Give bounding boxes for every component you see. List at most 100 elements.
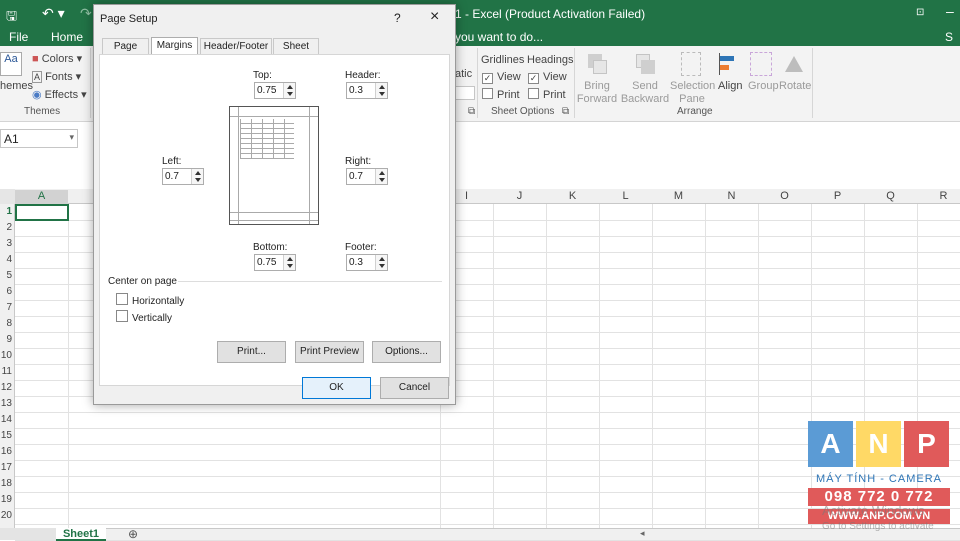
ok-button[interactable]: OK <box>302 377 371 399</box>
row-header[interactable]: 19 <box>0 494 14 505</box>
share-icon[interactable]: S <box>945 30 953 44</box>
headings-view-checkbox[interactable]: ✓ View <box>528 71 567 84</box>
close-icon[interactable]: × <box>430 8 439 26</box>
column-header[interactable]: R <box>917 190 960 202</box>
themes-icon[interactable]: Aa <box>0 52 22 76</box>
minimize-icon[interactable]: – <box>946 3 954 19</box>
add-sheet-icon[interactable]: ⊕ <box>128 527 138 541</box>
tab-sheet[interactable]: Sheet <box>273 38 319 54</box>
tab-page[interactable]: Page <box>102 38 149 54</box>
footer-spinner[interactable]: 0.3 <box>346 254 388 271</box>
options-button[interactable]: Options... <box>372 341 441 363</box>
spin-arrows-icon[interactable] <box>283 255 295 270</box>
row-header[interactable]: 5 <box>0 270 14 281</box>
scale-field[interactable] <box>455 86 475 100</box>
ribbon-display-icon[interactable]: ⊡ <box>916 7 924 18</box>
help-icon[interactable]: ? <box>394 11 401 25</box>
select-all-corner[interactable] <box>0 189 15 204</box>
spin-arrows-icon[interactable] <box>191 169 203 184</box>
row-header[interactable]: 17 <box>0 462 14 473</box>
spin-arrows-icon[interactable] <box>283 83 295 98</box>
column-header[interactable]: J <box>493 190 546 202</box>
group-button[interactable]: Group <box>748 80 779 92</box>
bottom-label: Bottom: <box>253 242 288 253</box>
header-spinner[interactable]: 0.3 <box>346 82 388 99</box>
bring-forward-button[interactable]: Bring Forward <box>576 80 618 106</box>
column-header[interactable]: K <box>546 190 599 202</box>
fonts-button[interactable]: A Fonts ▾ <box>32 70 81 83</box>
spin-arrows-icon[interactable] <box>375 169 387 184</box>
activate-windows-text: Activate Windows <box>822 503 925 518</box>
active-cell[interactable] <box>15 204 69 221</box>
tab-home[interactable]: Home <box>51 30 83 44</box>
tab-file[interactable]: File <box>9 30 28 44</box>
right-spinner[interactable]: 0.7 <box>346 168 388 185</box>
row-header[interactable]: 9 <box>0 334 14 345</box>
gridlines-view-checkbox[interactable]: ✓ View <box>482 71 521 84</box>
tell-me-box[interactable]: you want to do... <box>455 30 543 44</box>
column-header[interactable]: Q <box>864 190 917 202</box>
column-header[interactable]: N <box>705 190 758 202</box>
row-header[interactable]: 16 <box>0 446 14 457</box>
column-header[interactable]: L <box>599 190 652 202</box>
colors-label: Colors <box>41 53 74 65</box>
row-header[interactable]: 2 <box>0 222 14 233</box>
column-header[interactable]: A <box>15 190 68 204</box>
effects-button[interactable]: ◉ Effects ▾ <box>32 88 87 101</box>
column-header[interactable]: M <box>652 190 705 202</box>
row-header[interactable]: 4 <box>0 254 14 265</box>
row-header[interactable]: 7 <box>0 302 14 313</box>
row-header[interactable]: 3 <box>0 238 14 249</box>
gridlines-print-label: Print <box>497 89 520 101</box>
headings-print-checkbox[interactable]: Print <box>528 88 566 101</box>
send-backward-button[interactable]: Send Backward <box>620 80 670 106</box>
horizontally-checkbox[interactable]: Horizontally <box>116 293 184 307</box>
colors-button[interactable]: ■ Colors ▾ <box>32 52 82 65</box>
row-header[interactable]: 6 <box>0 286 14 297</box>
effects-label: Effects <box>44 89 79 101</box>
bottom-spinner[interactable]: 0.75 <box>254 254 296 271</box>
grid-col-line <box>599 204 600 528</box>
name-box[interactable]: A1 ▾ <box>0 129 78 148</box>
column-header[interactable]: O <box>758 190 811 202</box>
row-header[interactable]: 15 <box>0 430 14 441</box>
row-header[interactable]: 11 <box>0 366 14 377</box>
cancel-button[interactable]: Cancel <box>380 377 449 399</box>
footer-label: Footer: <box>345 242 377 253</box>
sheet-options-launcher-icon[interactable]: ⧉ <box>562 106 569 117</box>
chevron-down-icon[interactable]: ▾ <box>69 132 74 143</box>
sheet-tab[interactable]: Sheet1 <box>56 528 106 541</box>
themes-button[interactable]: hemes <box>0 80 33 92</box>
header-value: 0.3 <box>349 85 363 96</box>
vertically-checkbox[interactable]: Vertically <box>116 310 172 324</box>
row-header[interactable]: 20 <box>0 510 14 521</box>
spin-arrows-icon[interactable] <box>375 83 387 98</box>
row-header[interactable]: 13 <box>0 398 14 409</box>
row-header[interactable]: 8 <box>0 318 14 329</box>
sheet-nav[interactable] <box>0 528 56 540</box>
tab-header-footer[interactable]: Header/Footer <box>200 38 272 54</box>
left-spinner[interactable]: 0.7 <box>162 168 204 185</box>
spin-arrows-icon[interactable] <box>375 255 387 270</box>
row-header[interactable]: 12 <box>0 382 14 393</box>
dialog-launcher-icon[interactable]: ⧉ <box>468 106 475 117</box>
column-header[interactable]: P <box>811 190 864 202</box>
row-header[interactable]: 1 <box>0 206 14 217</box>
scroll-left-icon[interactable]: ◂ <box>640 528 645 539</box>
print-button[interactable]: Print... <box>217 341 286 363</box>
logo-letter: A <box>808 421 853 467</box>
row-header[interactable]: 14 <box>0 414 14 425</box>
top-spinner[interactable]: 0.75 <box>254 82 296 99</box>
print-preview-button[interactable]: Print Preview <box>295 341 364 363</box>
save-icon[interactable]: 🖫 <box>6 7 17 29</box>
rotate-button[interactable]: Rotate <box>779 80 811 92</box>
gridlines-print-checkbox[interactable]: Print <box>482 88 520 101</box>
tab-margins[interactable]: Margins <box>151 37 198 55</box>
align-button[interactable]: Align <box>718 80 742 92</box>
row-header[interactable]: 18 <box>0 478 14 489</box>
row-header[interactable]: 10 <box>0 350 14 361</box>
width-dropdown[interactable]: atic <box>455 68 472 80</box>
undo-icon[interactable]: ↶ ▾ <box>42 5 65 22</box>
selection-pane-button[interactable]: Selection Pane <box>670 80 715 106</box>
headings-view-label: View <box>543 71 567 83</box>
